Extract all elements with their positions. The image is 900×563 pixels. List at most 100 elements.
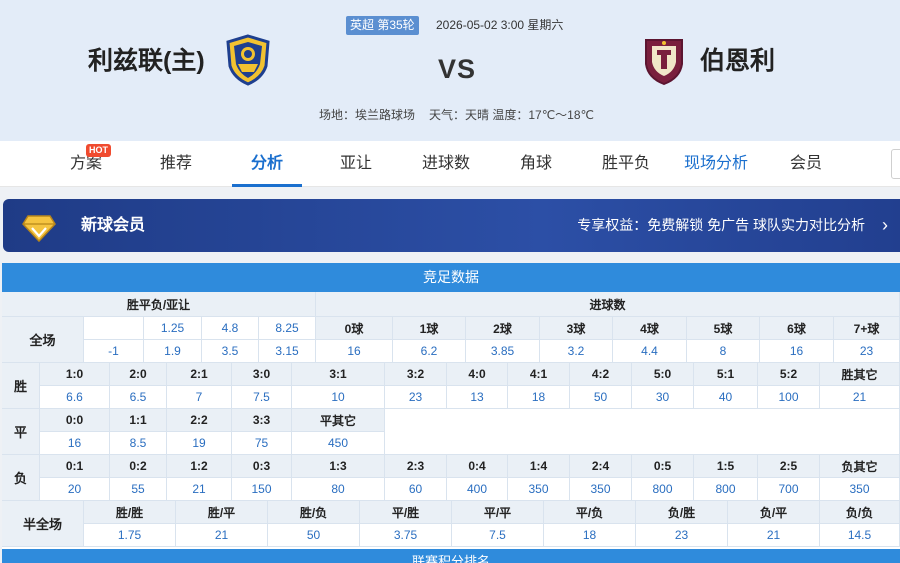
half-full-label-cell: 负/负: [820, 501, 900, 524]
score-odds-cell[interactable]: 400: [447, 478, 508, 501]
full-match-label: 全场: [2, 317, 84, 363]
versus-label: VS: [438, 54, 477, 84]
wdl-odds-cell[interactable]: 4.8: [202, 317, 259, 340]
odds-panel-title: 竞足数据: [2, 263, 900, 292]
score-label-cell: 4:1: [508, 363, 570, 386]
score-odds-cell[interactable]: 8.5: [110, 432, 167, 455]
score-odds-cell[interactable]: 450: [292, 432, 385, 455]
membership-title: 新球会员: [81, 217, 146, 234]
score-label-cell: 2:1: [167, 363, 232, 386]
score-odds-cell[interactable]: 18: [508, 386, 570, 409]
goals-label-cell: 3球: [540, 317, 613, 340]
score-odds-cell[interactable]: 40: [694, 386, 758, 409]
goals-odds-cell[interactable]: 3.2: [540, 340, 613, 363]
match-header: 英超 第35轮 2026-05-02 3:00 星期六 利兹联(主) VS 伯恩…: [0, 0, 900, 141]
score-label-cell: 1:1: [110, 409, 167, 432]
tab-live-analysis[interactable]: 现场分析: [680, 141, 752, 187]
goals-odds-cell[interactable]: 4.4: [613, 340, 687, 363]
goals-label-cell: 7+球: [834, 317, 900, 340]
away-team-name[interactable]: 伯恩利: [700, 44, 775, 78]
tab-membership[interactable]: 会员: [770, 141, 842, 187]
score-odds-cell[interactable]: 350: [820, 478, 900, 501]
half-full-odds-cell[interactable]: 14.5: [820, 524, 900, 547]
score-odds-cell[interactable]: 75: [232, 432, 292, 455]
handicap-cell: -1: [84, 340, 144, 363]
score-label-cell: 3:0: [232, 363, 292, 386]
half-full-odds-cell[interactable]: 50: [268, 524, 360, 547]
score-label-cell: 0:4: [447, 455, 508, 478]
tab-analysis[interactable]: 分析: [232, 141, 302, 187]
tab-overflow-box[interactable]: [891, 149, 900, 179]
score-odds-cell[interactable]: 800: [694, 478, 758, 501]
score-odds-cell[interactable]: 30: [632, 386, 694, 409]
score-odds-cell[interactable]: 23: [385, 386, 447, 409]
goals-odds-cell[interactable]: 3.85: [466, 340, 540, 363]
tab-total-goals[interactable]: 进球数: [410, 141, 482, 187]
score-label-cell: 0:2: [110, 455, 167, 478]
score-label-cell: 负其它: [820, 455, 900, 478]
score-odds-cell[interactable]: 7: [167, 386, 232, 409]
half-full-odds-cell[interactable]: 3.75: [360, 524, 452, 547]
league-round-badge[interactable]: 英超 第35轮: [346, 16, 419, 35]
match-datetime: 2026-05-02 3:00 星期六: [436, 18, 564, 32]
score-odds-cell[interactable]: 6.6: [40, 386, 110, 409]
score-odds-cell[interactable]: 60: [385, 478, 447, 501]
goals-label-cell: 6球: [760, 317, 834, 340]
score-odds-cell[interactable]: 19: [167, 432, 232, 455]
score-label-cell: 0:3: [232, 455, 292, 478]
score-odds-cell[interactable]: 55: [110, 478, 167, 501]
membership-banner[interactable]: 新球会员 专享权益：免费解锁 免广告 球队实力对比分析 ›: [3, 199, 900, 252]
half-full-odds-cell[interactable]: 23: [636, 524, 728, 547]
wdl-odds-cell[interactable]: 1.25: [144, 317, 202, 340]
score-odds-cell[interactable]: 10: [292, 386, 385, 409]
half-full-odds-cell[interactable]: 1.75: [84, 524, 176, 547]
wdl-odds-cell[interactable]: 3.15: [259, 340, 316, 363]
tab-asian-handicap[interactable]: 亚让: [320, 141, 392, 187]
wdl-odds-cell[interactable]: 1.9: [144, 340, 202, 363]
wdl-handicap-header: 胜平负/亚让: [2, 292, 316, 317]
goals-odds-cell[interactable]: 16: [760, 340, 834, 363]
venue-weather-info: 场地：埃兰路球场 天气：天晴 温度：17℃～18℃: [319, 107, 608, 124]
score-odds-cell[interactable]: 350: [570, 478, 632, 501]
half-full-odds-cell[interactable]: 7.5: [452, 524, 544, 547]
tab-corners[interactable]: 角球: [500, 141, 572, 187]
half-full-label-cell: 胜/负: [268, 501, 360, 524]
goals-odds-cell[interactable]: 23: [834, 340, 900, 363]
home-team-crest-icon[interactable]: [224, 34, 272, 86]
score-odds-cell[interactable]: 20: [40, 478, 110, 501]
tab-win-draw-loss[interactable]: 胜平负: [590, 141, 662, 187]
score-odds-cell[interactable]: 21: [167, 478, 232, 501]
score-odds-cell[interactable]: 13: [447, 386, 508, 409]
goals-odds-cell[interactable]: 8: [687, 340, 760, 363]
score-odds-cell[interactable]: 100: [758, 386, 820, 409]
score-label-cell: 1:2: [167, 455, 232, 478]
odds-grid: 胜平负/亚让 进球数 全场 -1 1.25 1.9 4.8 3.5 8.25 3.15 0球 16 1球…: [2, 292, 900, 547]
score-odds-cell[interactable]: 16: [40, 432, 110, 455]
score-odds-cell[interactable]: 21: [820, 386, 900, 409]
goals-odds-cell[interactable]: 16: [316, 340, 393, 363]
score-odds-cell[interactable]: 800: [632, 478, 694, 501]
score-label-cell: 平其它: [292, 409, 385, 432]
half-full-odds-cell[interactable]: 21: [728, 524, 820, 547]
half-full-odds-cell[interactable]: 18: [544, 524, 636, 547]
score-odds-cell[interactable]: 7.5: [232, 386, 292, 409]
half-full-label-cell: 平/负: [544, 501, 636, 524]
tab-recommend[interactable]: 推荐: [140, 141, 212, 187]
goals-odds-cell[interactable]: 6.2: [393, 340, 466, 363]
wdl-odds-cell[interactable]: 3.5: [202, 340, 259, 363]
score-odds-cell[interactable]: 700: [758, 478, 820, 501]
score-label-cell: 0:0: [40, 409, 110, 432]
half-full-odds-cell[interactable]: 21: [176, 524, 268, 547]
score-odds-cell[interactable]: 350: [508, 478, 570, 501]
win-row-label: 胜: [2, 363, 40, 409]
half-full-label-cell: 胜/胜: [84, 501, 176, 524]
draw-row-label: 平: [2, 409, 40, 455]
handicap-cell: [84, 317, 144, 340]
score-odds-cell[interactable]: 50: [570, 386, 632, 409]
score-odds-cell[interactable]: 80: [292, 478, 385, 501]
home-team-name[interactable]: 利兹联(主): [88, 44, 205, 78]
score-odds-cell[interactable]: 150: [232, 478, 292, 501]
score-odds-cell[interactable]: 6.5: [110, 386, 167, 409]
wdl-odds-cell[interactable]: 8.25: [259, 317, 316, 340]
away-team-crest-icon[interactable]: [640, 34, 688, 86]
